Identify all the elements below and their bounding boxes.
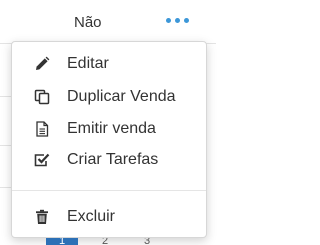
menu-item-label: Excluir	[67, 208, 116, 225]
menu-item-excluir[interactable]: Excluir	[12, 203, 206, 231]
actions-dropdown-menu: Editar Duplicar Venda Emitir venda Criar…	[11, 41, 207, 238]
document-icon	[36, 121, 49, 137]
menu-item-editar[interactable]: Editar	[12, 50, 206, 78]
page-number: 3	[144, 238, 151, 245]
dot	[166, 18, 171, 23]
pagination: 1 2 3	[0, 238, 216, 245]
copy-icon	[34, 89, 50, 105]
pencil-icon	[36, 56, 50, 70]
menu-item-duplicar-venda[interactable]: Duplicar Venda	[12, 83, 206, 111]
more-actions-icon[interactable]	[166, 18, 189, 23]
menu-item-criar-tarefas[interactable]: Criar Tarefas	[12, 146, 206, 174]
menu-item-label: Criar Tarefas	[67, 151, 159, 168]
menu-item-emitir-venda[interactable]: Emitir venda	[12, 115, 206, 143]
menu-divider	[12, 190, 206, 191]
checkbox-icon	[34, 153, 50, 167]
page-number: 1	[59, 238, 66, 245]
menu-item-label: Editar	[67, 55, 109, 72]
page-button-current[interactable]: 1	[46, 238, 78, 245]
trash-icon	[36, 209, 48, 224]
menu-item-label: Duplicar Venda	[67, 88, 176, 105]
dot	[175, 18, 180, 23]
dot	[184, 18, 189, 23]
table-cell-value: Não	[74, 14, 102, 31]
page-number: 2	[102, 238, 109, 245]
page-button[interactable]: 3	[138, 238, 158, 245]
menu-item-label: Emitir venda	[67, 120, 156, 137]
page-button[interactable]: 2	[96, 238, 116, 245]
